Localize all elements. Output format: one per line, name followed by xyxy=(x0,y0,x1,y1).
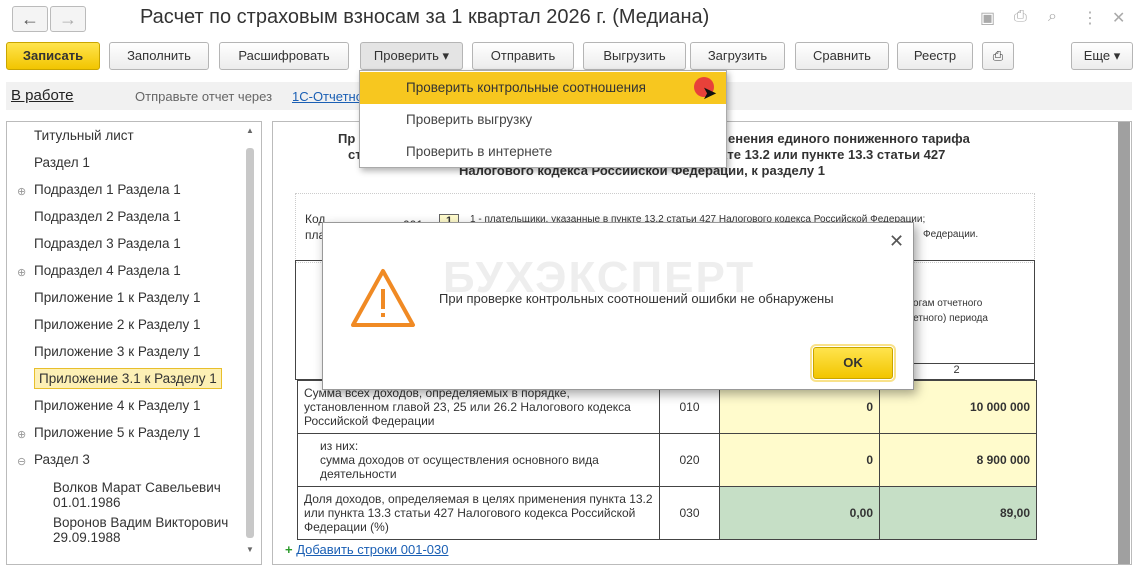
row-code: 020 xyxy=(659,433,720,487)
menu-item-check-export[interactable]: Проверить выгрузку xyxy=(360,104,726,136)
menu-item-check-control-ratios[interactable]: Проверить контрольные соотношения xyxy=(360,72,726,104)
column-header: счетного) периода xyxy=(903,313,988,324)
back-button[interactable]: ← xyxy=(12,6,48,32)
more-icon[interactable]: ⋮ xyxy=(1082,8,1098,28)
row-label: Доля доходов, определяемая в целях приме… xyxy=(297,486,660,540)
form-heading: Пр xyxy=(338,131,356,146)
tree-item[interactable]: Приложение 2 к Разделу 1 xyxy=(34,317,200,332)
more-button[interactable]: Еще ▾ xyxy=(1071,42,1133,70)
collapse-icon[interactable]: ⊖ xyxy=(17,455,26,468)
scroll-up-icon[interactable]: ▲ xyxy=(246,126,254,135)
expand-icon[interactable]: ⊕ xyxy=(17,185,26,198)
tree-item[interactable]: Раздел 3 xyxy=(34,452,90,467)
check-label: Проверить xyxy=(373,48,439,63)
tree-item[interactable]: Приложение 4 к Разделу 1 xyxy=(34,398,200,413)
form-heading: енения единого пониженного тарифа xyxy=(728,131,970,146)
table-row: Доля доходов, определяемая в целях приме… xyxy=(297,486,1037,540)
menu-item-check-online[interactable]: Проверить в интернете xyxy=(360,136,726,168)
close-icon[interactable]: ✕ xyxy=(889,231,904,252)
tree-item[interactable]: Подраздел 4 Раздела 1 xyxy=(34,263,181,278)
section-tree: Титульный лист Раздел 1 ⊕ Подраздел 1 Разде… xyxy=(6,121,262,565)
save-icon[interactable]: ▣ xyxy=(980,8,995,28)
person-name[interactable]: Воронов Вадим Викторович xyxy=(53,515,228,530)
export-button[interactable]: Выгрузить xyxy=(583,42,686,70)
import-button[interactable]: Загрузить xyxy=(690,42,785,70)
row-label: из них: сумма доходов от осуществления о… xyxy=(297,433,660,487)
more-label: Еще xyxy=(1083,48,1111,63)
expand-icon[interactable]: ⊕ xyxy=(17,266,26,279)
save-button[interactable]: Записать xyxy=(6,42,100,70)
value-cell[interactable]: 0,00 xyxy=(719,486,880,540)
add-rows-link[interactable]: + Добавить строки 001-030 xyxy=(285,542,448,557)
person-date[interactable]: 29.09.1988 xyxy=(53,530,121,545)
tree-item[interactable]: Подраздел 1 Раздела 1 xyxy=(34,182,181,197)
message-dialog: БУХЭКСПЕРТ ✕ При проверке контрольных со… xyxy=(322,222,914,390)
plus-icon: + xyxy=(285,542,293,557)
compare-button[interactable]: Сравнить xyxy=(795,42,889,70)
tree-scrollbar[interactable] xyxy=(246,148,254,538)
data-table: Сумма всех доходов, определяемых в поряд… xyxy=(297,380,1037,540)
close-icon[interactable]: ✕ xyxy=(1112,8,1125,28)
tree-item[interactable]: Приложение 3.1 к Разделу 1 xyxy=(34,368,222,389)
person-date[interactable]: 01.01.1986 xyxy=(53,495,121,510)
code-desc: Федерации. xyxy=(923,229,979,240)
print-icon[interactable]: ⎙ xyxy=(1014,8,1027,26)
tree-item[interactable]: Приложение 5 к Разделу 1 xyxy=(34,425,200,440)
check-button[interactable]: Проверить ▾ xyxy=(360,42,463,70)
tree-item[interactable]: Раздел 1 xyxy=(34,155,90,170)
value-cell[interactable]: 89,00 xyxy=(879,486,1037,540)
person-name[interactable]: Волков Марат Савельевич xyxy=(53,480,221,495)
value-cell[interactable]: 8 900 000 xyxy=(879,433,1037,487)
scroll-down-icon[interactable]: ▼ xyxy=(246,545,254,554)
registry-button[interactable]: Реестр xyxy=(897,42,973,70)
dialog-message: При проверке контрольных соотношений оши… xyxy=(439,291,834,306)
form-scrollbar[interactable] xyxy=(1118,122,1130,564)
tree-item[interactable]: Приложение 1 к Разделу 1 xyxy=(34,290,200,305)
tree-item[interactable]: Подраздел 3 Раздела 1 xyxy=(34,236,181,251)
decode-button[interactable]: Расшифровать xyxy=(219,42,349,70)
column-header: итогам отчетного xyxy=(903,298,983,309)
tree-item[interactable]: Приложение 3 к Разделу 1 xyxy=(34,344,200,359)
tree-item[interactable]: Подраздел 2 Раздела 1 xyxy=(34,209,181,224)
ok-button[interactable]: OK xyxy=(810,344,896,382)
fill-button[interactable]: Заполнить xyxy=(109,42,209,70)
printer-icon: ⎙ xyxy=(992,48,1004,63)
check-dropdown-menu: Проверить контрольные соотношения ➤ Пров… xyxy=(359,70,727,168)
form-heading: нкте 13.2 или пункте 13.3 статьи 427 xyxy=(713,147,946,162)
add-rows-label: Добавить строки 001-030 xyxy=(296,542,449,557)
window-title: Расчет по страховым взносам за 1 квартал… xyxy=(140,6,710,28)
status-link[interactable]: В работе xyxy=(11,87,74,104)
forward-button[interactable]: → xyxy=(50,6,86,32)
row-code: 030 xyxy=(659,486,720,540)
cursor-icon: ➤ xyxy=(702,83,718,103)
tree-item[interactable]: Титульный лист xyxy=(34,128,134,143)
expand-icon[interactable]: ⊕ xyxy=(17,428,26,441)
preview-icon[interactable]: ⌕ xyxy=(1048,8,1057,26)
print-button[interactable]: ⎙ xyxy=(982,42,1014,70)
status-hint: Отправьте отчет через xyxy=(135,89,273,104)
send-button[interactable]: Отправить xyxy=(472,42,574,70)
table-row: из них: сумма доходов от осуществления о… xyxy=(297,433,1037,487)
value-cell[interactable]: 0 xyxy=(719,433,880,487)
warning-icon xyxy=(351,269,415,327)
dropdown-arrow-icon: ▾ xyxy=(442,48,450,63)
